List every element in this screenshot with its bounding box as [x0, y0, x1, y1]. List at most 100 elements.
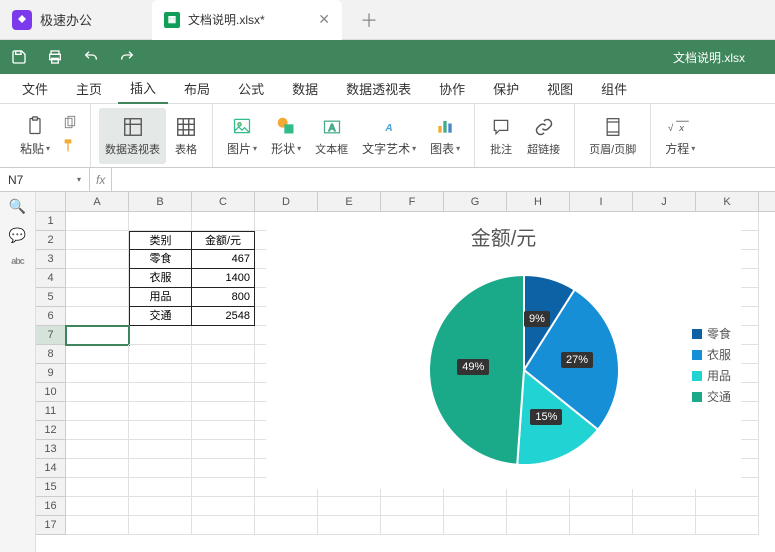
cell[interactable]: 交通: [129, 307, 192, 326]
cell[interactable]: [381, 516, 444, 535]
cell[interactable]: [255, 497, 318, 516]
abc-icon[interactable]: abc: [11, 256, 24, 266]
cell[interactable]: [381, 497, 444, 516]
cell[interactable]: [66, 250, 129, 269]
copy-icon[interactable]: [62, 115, 78, 134]
paste-button[interactable]: 粘贴▾: [14, 108, 56, 164]
menu-数据[interactable]: 数据: [280, 74, 330, 104]
col-header[interactable]: B: [129, 192, 192, 211]
row-header[interactable]: 9: [36, 364, 66, 383]
col-header[interactable]: F: [381, 192, 444, 211]
search-icon[interactable]: 🔍: [9, 198, 26, 215]
cell[interactable]: [507, 497, 570, 516]
cell[interactable]: [66, 269, 129, 288]
equation-button[interactable]: √x 方程▾: [659, 108, 701, 164]
menu-主页[interactable]: 主页: [64, 74, 114, 104]
cell[interactable]: [66, 364, 129, 383]
comment-button[interactable]: 批注: [483, 108, 519, 164]
add-tab-icon[interactable]: ＋: [360, 7, 378, 33]
cell[interactable]: [318, 497, 381, 516]
row-header[interactable]: 3: [36, 250, 66, 269]
row-header[interactable]: 12: [36, 421, 66, 440]
save-icon[interactable]: [10, 48, 28, 66]
cell[interactable]: [129, 440, 192, 459]
select-all-corner[interactable]: [36, 192, 66, 211]
cell[interactable]: 零食: [129, 250, 192, 269]
row-header[interactable]: 7: [36, 326, 66, 345]
cell[interactable]: [192, 345, 255, 364]
menu-协作[interactable]: 协作: [427, 74, 477, 104]
close-icon[interactable]: ✕: [318, 11, 330, 28]
col-header[interactable]: C: [192, 192, 255, 211]
textbox-button[interactable]: A 文本框: [309, 108, 354, 164]
embedded-chart[interactable]: 金额/元 9%27%15%49% 零食衣服用品交通: [266, 212, 741, 489]
cell[interactable]: [129, 516, 192, 535]
cell[interactable]: [66, 459, 129, 478]
cell[interactable]: 用品: [129, 288, 192, 307]
col-header[interactable]: J: [633, 192, 696, 211]
cell[interactable]: [633, 516, 696, 535]
comments-panel-icon[interactable]: 💬: [9, 227, 26, 244]
col-header[interactable]: H: [507, 192, 570, 211]
cell[interactable]: 金额/元: [192, 231, 255, 250]
wordart-button[interactable]: A 文字艺术▾: [356, 108, 422, 164]
cell[interactable]: [192, 364, 255, 383]
cell[interactable]: 2548: [192, 307, 255, 326]
cell[interactable]: [129, 364, 192, 383]
shape-button[interactable]: 形状▾: [265, 108, 307, 164]
cell[interactable]: [192, 497, 255, 516]
chart-button[interactable]: 图表▾: [424, 108, 466, 164]
row-header[interactable]: 10: [36, 383, 66, 402]
cell[interactable]: [129, 345, 192, 364]
image-button[interactable]: 图片▾: [221, 108, 263, 164]
cell[interactable]: [66, 478, 129, 497]
spreadsheet-grid[interactable]: ABCDEFGHIJK 1234567891011121314151617 类别…: [36, 192, 775, 552]
cell[interactable]: 衣服: [129, 269, 192, 288]
cell[interactable]: [66, 497, 129, 516]
cell[interactable]: [66, 307, 129, 326]
cell[interactable]: 800: [192, 288, 255, 307]
row-header[interactable]: 8: [36, 345, 66, 364]
cell[interactable]: [318, 516, 381, 535]
cell[interactable]: [696, 497, 759, 516]
cell[interactable]: [444, 516, 507, 535]
table-button[interactable]: 表格: [168, 108, 204, 164]
cell[interactable]: [129, 497, 192, 516]
cell[interactable]: 类别: [129, 231, 192, 250]
cell[interactable]: [507, 516, 570, 535]
cell[interactable]: [66, 212, 129, 231]
row-header[interactable]: 13: [36, 440, 66, 459]
headerfooter-button[interactable]: 页眉/页脚: [583, 108, 642, 164]
menu-布局[interactable]: 布局: [172, 74, 222, 104]
cell[interactable]: [66, 421, 129, 440]
cell[interactable]: [129, 212, 192, 231]
cell[interactable]: [129, 421, 192, 440]
cell[interactable]: [192, 459, 255, 478]
cell[interactable]: [192, 516, 255, 535]
pivot-table-button[interactable]: 数据透视表: [99, 108, 166, 164]
menu-文件[interactable]: 文件: [10, 74, 60, 104]
cell[interactable]: [192, 212, 255, 231]
cell[interactable]: [570, 516, 633, 535]
menu-保护[interactable]: 保护: [481, 74, 531, 104]
row-header[interactable]: 6: [36, 307, 66, 326]
cell[interactable]: [129, 383, 192, 402]
cell[interactable]: [129, 459, 192, 478]
format-painter-icon[interactable]: [62, 138, 78, 157]
cell[interactable]: [444, 497, 507, 516]
col-header[interactable]: D: [255, 192, 318, 211]
col-header[interactable]: I: [570, 192, 633, 211]
menu-数据透视表[interactable]: 数据透视表: [334, 74, 423, 104]
redo-icon[interactable]: [118, 48, 136, 66]
cell[interactable]: [66, 402, 129, 421]
cell[interactable]: [633, 497, 696, 516]
row-header[interactable]: 5: [36, 288, 66, 307]
row-header[interactable]: 15: [36, 478, 66, 497]
row-header[interactable]: 4: [36, 269, 66, 288]
row-header[interactable]: 11: [36, 402, 66, 421]
cell[interactable]: [129, 478, 192, 497]
cell[interactable]: [66, 383, 129, 402]
cell[interactable]: [192, 440, 255, 459]
menu-公式[interactable]: 公式: [226, 74, 276, 104]
hyperlink-button[interactable]: 超链接: [521, 108, 566, 164]
